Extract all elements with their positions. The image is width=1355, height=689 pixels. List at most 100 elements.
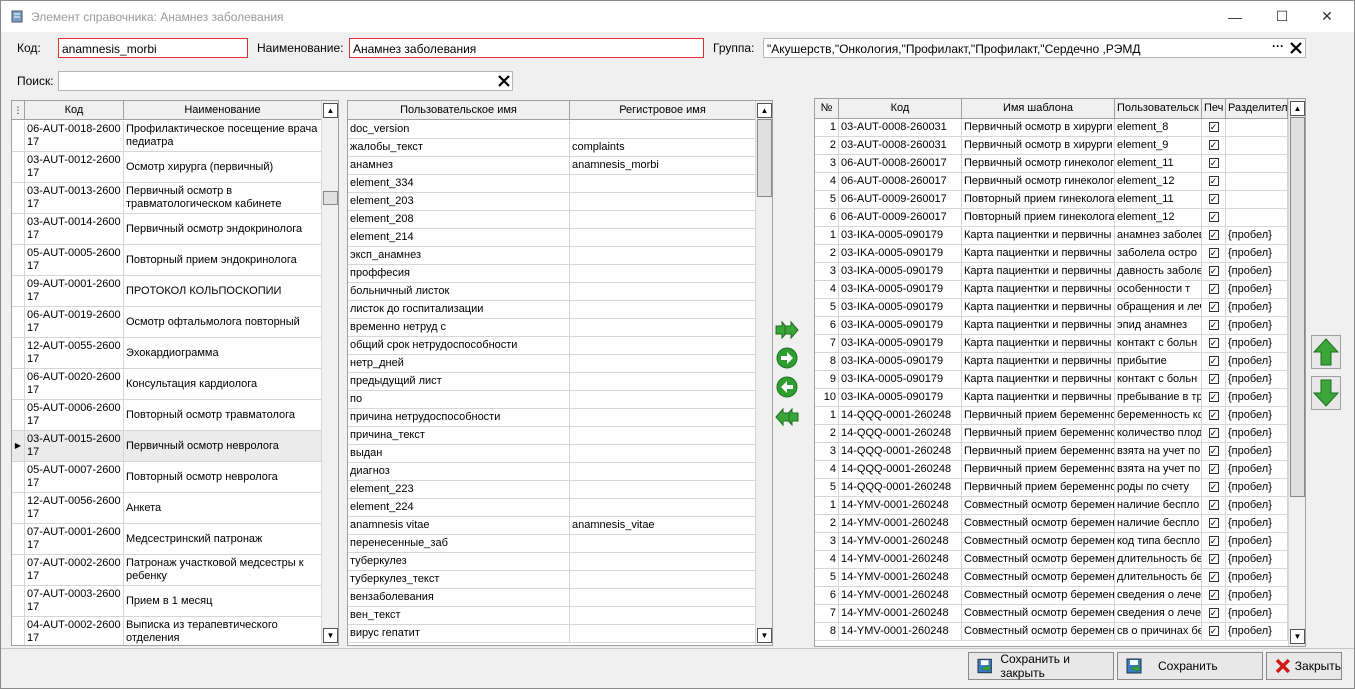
field-row[interactable]: анамнез anamnesis_morbi [348,157,756,175]
selected-field-row[interactable]: 1 14-YMV-0001-260248 Совместный осмотр бер… [815,497,1288,515]
template-row[interactable]: 03-AUT-0013-2600 17 Первичный осмотр в тр… [12,183,322,214]
print-checkbox[interactable]: ✓ [1202,407,1226,424]
selected-field-row[interactable]: 4 03-IKA-0005-090179 Карта пациентки и пер… [815,281,1288,299]
column-header-number[interactable]: № [815,99,839,118]
print-checkbox[interactable]: ✓ [1202,281,1226,298]
print-checkbox[interactable]: ✓ [1202,389,1226,406]
print-checkbox[interactable]: ✓ [1202,605,1226,622]
selected-field-row[interactable]: 5 14-YMV-0001-260248 Совместный осмотр бер… [815,569,1288,587]
group-clear-icon[interactable] [1289,41,1303,55]
selected-fields-scrollbar[interactable]: ▲ ▼ [1288,99,1305,646]
column-header-code[interactable]: Код [839,99,962,118]
templates-scrollbar[interactable]: ▲ ▼ [321,101,338,645]
print-checkbox[interactable]: ✓ [1202,353,1226,370]
field-row[interactable]: перенесенные_заб [348,535,756,553]
scroll-thumb[interactable] [1290,117,1305,497]
selected-field-row[interactable]: 7 14-YMV-0001-260248 Совместный осмотр бер… [815,605,1288,623]
print-checkbox[interactable]: ✓ [1202,551,1226,568]
print-checkbox[interactable]: ✓ [1202,587,1226,604]
selected-field-row[interactable]: 1 03-AUT-0008-260031 Первичный осмотр в хи… [815,119,1288,137]
close-window-button[interactable]: ✕ [1304,1,1350,32]
selected-field-row[interactable]: 5 14-QQQ-0001-260248 Первичный прием берем… [815,479,1288,497]
template-row[interactable]: 05-AUT-0007-2600 17 Повторный осмотр невр… [12,462,322,493]
search-clear-icon[interactable] [497,74,511,88]
print-checkbox[interactable]: ✓ [1202,137,1226,154]
selected-field-row[interactable]: 10 03-IKA-0005-090179 Карта пациентки и пе… [815,389,1288,407]
selected-field-row[interactable]: 2 03-AUT-0008-260031 Первичный осмотр в хи… [815,137,1288,155]
print-checkbox[interactable]: ✓ [1202,173,1226,190]
template-row[interactable]: 09-AUT-0001-2600 17 ПРОТОКОЛ КОЛЬПОСКОПИИ [12,276,322,307]
scroll-down-icon[interactable]: ▼ [757,628,772,643]
template-row[interactable]: 07-AUT-0001-2600 17 Медсестринский патрон… [12,524,322,555]
group-field[interactable]: "Акушерств,"Онкология,"Профилакт,"Профил… [763,38,1306,58]
print-checkbox[interactable]: ✓ [1202,569,1226,586]
template-row[interactable]: 12-AUT-0056-2600 17 Анкета [12,493,322,524]
move-up-button[interactable] [1311,335,1341,369]
template-row[interactable]: 06-AUT-0019-2600 17 Осмотр офтальмолога п… [12,307,322,338]
move-left-button[interactable] [775,375,799,399]
save-and-close-button[interactable]: Сохранить и закрыть [968,652,1114,680]
field-row[interactable]: нетр_дней [348,355,756,373]
print-checkbox[interactable]: ✓ [1202,155,1226,172]
column-header-template-name[interactable]: Имя шаблона [962,99,1115,118]
minimize-button[interactable]: — [1212,1,1258,32]
column-header-register-name[interactable]: Регистровое имя [570,101,756,119]
print-checkbox[interactable]: ✓ [1202,245,1226,262]
field-row[interactable]: anamnesis vitae anamnesis_vitae [348,517,756,535]
field-row[interactable]: вирус гепатит [348,625,756,643]
scroll-thumb[interactable] [323,191,338,205]
print-checkbox[interactable]: ✓ [1202,335,1226,352]
template-row[interactable]: 04-AUT-0002-2600 17 Выписка из терапевтич… [12,617,322,645]
name-field[interactable]: Анамнез заболевания [349,38,704,58]
selected-field-row[interactable]: 6 03-IKA-0005-090179 Карта пациентки и пер… [815,317,1288,335]
scroll-up-icon[interactable]: ▲ [323,103,338,118]
selected-field-row[interactable]: 8 14-YMV-0001-260248 Совместный осмотр бер… [815,623,1288,641]
print-checkbox[interactable]: ✓ [1202,299,1226,316]
scroll-down-icon[interactable]: ▼ [323,628,338,643]
selected-field-row[interactable]: 4 14-QQQ-0001-260248 Первичный прием берем… [815,461,1288,479]
field-row[interactable]: element_223 [348,481,756,499]
field-row[interactable]: по [348,391,756,409]
selected-field-row[interactable]: 4 06-AUT-0008-260017 Первичный осмотр гине… [815,173,1288,191]
scroll-up-icon[interactable]: ▲ [1290,101,1305,116]
group-select-button[interactable]: ··· [1272,39,1284,53]
print-checkbox[interactable]: ✓ [1202,515,1226,532]
selected-field-row[interactable]: 3 14-YMV-0001-260248 Совместный осмотр бер… [815,533,1288,551]
selected-fields-grid[interactable]: № Код Имя шаблона Пользовательск Печ Раз… [814,98,1306,647]
selected-field-row[interactable]: 2 14-YMV-0001-260248 Совместный осмотр бер… [815,515,1288,533]
field-row[interactable]: вен_текст [348,607,756,625]
selected-field-row[interactable]: 7 03-IKA-0005-090179 Карта пациентки и пер… [815,335,1288,353]
template-row[interactable]: 05-AUT-0006-2600 17 Повторный осмотр трав… [12,400,322,431]
field-row[interactable]: проффесия [348,265,756,283]
print-checkbox[interactable]: ✓ [1202,263,1226,280]
field-row[interactable]: временно нетруд с [348,319,756,337]
field-row[interactable]: эксп_анамнез [348,247,756,265]
print-checkbox[interactable]: ✓ [1202,443,1226,460]
field-row[interactable]: листок до госпитализации [348,301,756,319]
close-button[interactable]: Закрыть [1266,652,1342,680]
template-row[interactable]: 06-AUT-0020-2600 17 Консультация кардиоло… [12,369,322,400]
print-checkbox[interactable]: ✓ [1202,119,1226,136]
column-chooser-icon[interactable]: ⋮ [12,101,25,119]
move-all-right-button[interactable] [775,318,799,342]
selected-field-row[interactable]: 3 14-QQQ-0001-260248 Первичный прием берем… [815,443,1288,461]
column-header-user-field[interactable]: Пользовательск [1115,99,1202,118]
move-down-button[interactable] [1311,376,1341,410]
print-checkbox[interactable]: ✓ [1202,317,1226,334]
field-row[interactable]: element_203 [348,193,756,211]
print-checkbox[interactable]: ✓ [1202,371,1226,388]
maximize-button[interactable]: ☐ [1259,1,1305,32]
print-checkbox[interactable]: ✓ [1202,479,1226,496]
template-row[interactable]: 07-AUT-0002-2600 17 Патронаж участковой м… [12,555,322,586]
print-checkbox[interactable]: ✓ [1202,191,1226,208]
selected-field-row[interactable]: 1 03-IKA-0005-090179 Карта пациентки и пер… [815,227,1288,245]
template-row[interactable]: 12-AUT-0055-2600 17 Эхокардиограмма [12,338,322,369]
field-row[interactable]: element_334 [348,175,756,193]
scroll-down-icon[interactable]: ▼ [1290,629,1305,644]
selected-field-row[interactable]: 5 03-IKA-0005-090179 Карта пациентки и пер… [815,299,1288,317]
scroll-up-icon[interactable]: ▲ [757,103,772,118]
field-row[interactable]: element_214 [348,229,756,247]
selected-field-row[interactable]: 5 06-AUT-0009-260017 Повторный прием гинек… [815,191,1288,209]
template-row[interactable]: 07-AUT-0003-2600 17 Прием в 1 месяц [12,586,322,617]
field-row[interactable]: диагноз [348,463,756,481]
